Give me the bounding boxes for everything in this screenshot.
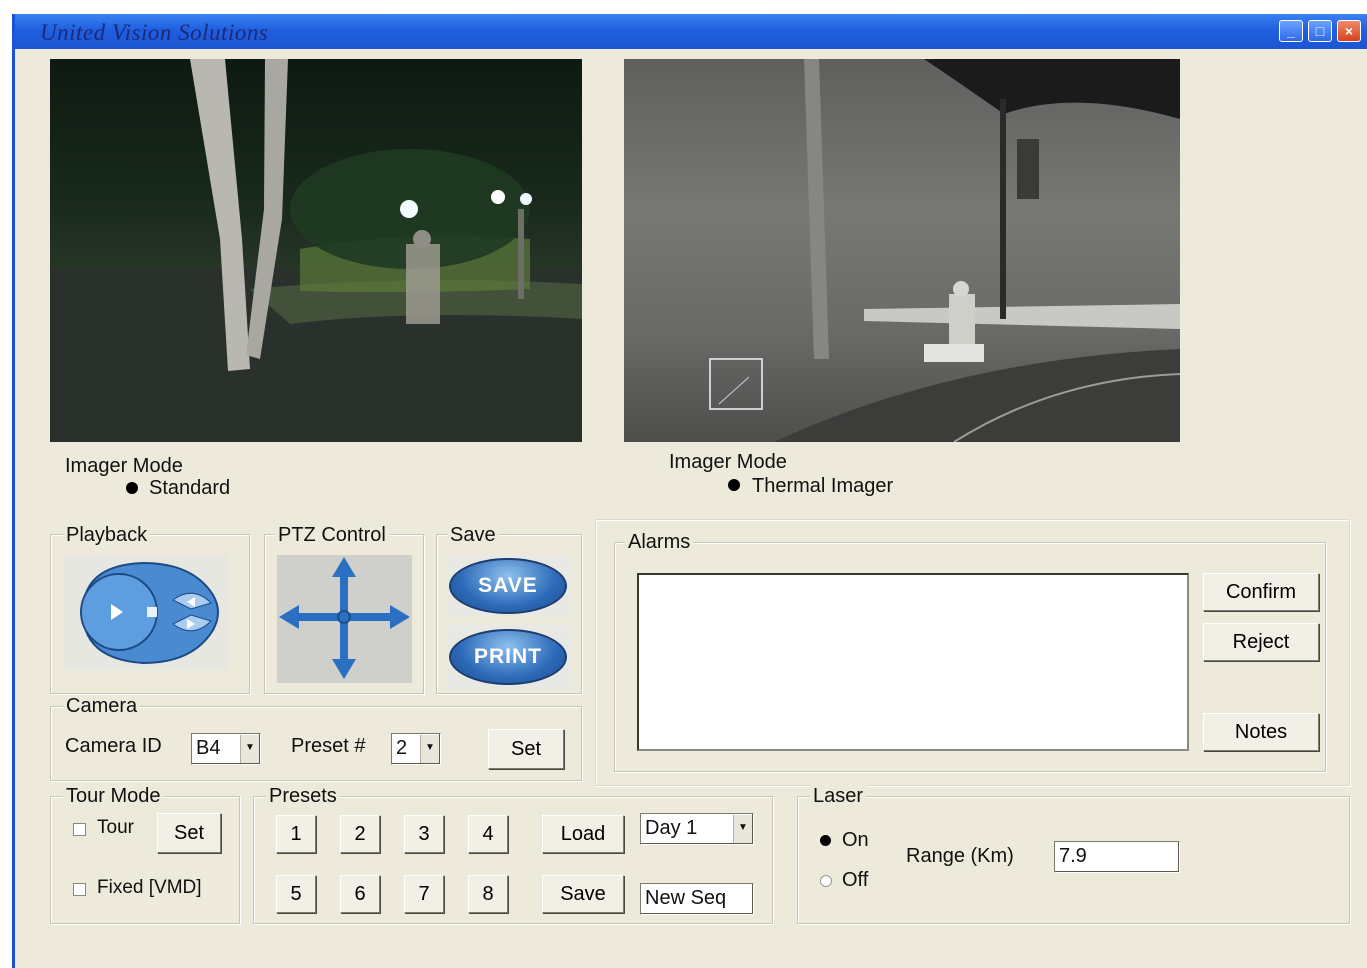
confirm-button[interactable]: Confirm [1203,573,1319,611]
laser-on-radio[interactable] [820,835,831,846]
laser-on-label: On [842,829,869,851]
tour-set-button[interactable]: Set [157,813,221,853]
preset-1-button[interactable]: 1 [276,815,316,853]
close-button[interactable]: × [1337,20,1361,42]
preset-7-button[interactable]: 7 [404,875,444,913]
camera-group-label: Camera [63,695,141,718]
preset-8-button[interactable]: 8 [468,875,508,913]
sequence-name-input[interactable]: New Seq [640,883,754,915]
ptz-arrows-icon [279,557,410,679]
fixed-vmd-checkbox-label: Fixed [VMD] [97,877,202,898]
maximize-button[interactable]: □ [1308,20,1332,42]
save-group-label: Save [447,524,499,547]
camera-id-label: Camera ID [65,735,162,757]
title-bar[interactable]: United Vision Solutions _ □ × [15,14,1367,49]
presets-group-label: Presets [266,785,340,808]
preset-2-button[interactable]: 2 [340,815,380,853]
save-preset-button[interactable]: Save [542,875,624,913]
thermal-video-feed [624,59,1180,442]
save-group: Save SAVE PRINT [436,524,582,694]
stop-icon[interactable] [147,607,157,617]
reject-button[interactable]: Reject [1203,623,1319,661]
chevron-down-icon[interactable]: ▼ [420,735,439,763]
standard-mode-radio[interactable] [126,482,138,494]
standard-feed-scene [50,59,582,442]
playback-controls [63,555,228,670]
thermal-mode-radio[interactable] [728,479,740,491]
thermal-mode-label: Thermal Imager [752,475,894,497]
tour-mode-group: Tour Mode Tour Set Fixed [VMD] [50,785,240,924]
camera-set-button[interactable]: Set [488,729,564,769]
laser-group: Laser On Off Range (Km) 7.9 [797,785,1350,924]
range-km-label: Range (Km) [906,845,1014,867]
standard-video-feed [50,59,582,442]
camera-id-select[interactable]: B4 ▼ [191,733,261,765]
preset-5-button[interactable]: 5 [276,875,316,913]
alarms-list[interactable] [637,573,1189,751]
alarms-group-label: Alarms [625,531,694,554]
pan-left-icon[interactable] [279,605,299,629]
day-select-value: Day 1 [645,817,698,839]
preset-number-select[interactable]: 2 ▼ [391,733,441,765]
pan-right-icon[interactable] [390,605,410,629]
laser-off-label: Off [842,869,869,891]
tilt-down-icon[interactable] [332,659,356,679]
ptz-pad[interactable] [277,555,412,683]
ptz-group-label: PTZ Control [275,524,389,547]
laser-group-label: Laser [810,785,867,808]
preset-3-button[interactable]: 3 [404,815,444,853]
playback-group-label: Playback [63,524,151,547]
window-title: United Vision Solutions [40,20,269,45]
standard-mode-label: Standard [149,477,231,499]
day-select[interactable]: Day 1 ▼ [640,813,754,845]
minimize-button[interactable]: _ [1279,20,1303,42]
ptz-control-group: PTZ Control [264,524,424,694]
chevron-down-icon[interactable]: ▼ [733,815,752,843]
tour-mode-group-label: Tour Mode [63,785,164,808]
right-imager-mode-label: Imager Mode [669,451,787,473]
preset-number-value: 2 [396,737,408,759]
camera-group: Camera Camera ID B4 ▼ Preset # 2 ▼ Set [50,695,582,781]
playback-group: Playback [50,524,250,694]
tour-checkbox-label: Tour [97,817,134,838]
camera-id-value: B4 [196,737,221,759]
app-window: United Vision Solutions _ □ × Imager Mod… [12,14,1367,968]
presets-group: Presets 1 2 3 4 5 6 7 8 Load Save Day 1 … [253,785,773,924]
range-km-input[interactable]: 7.9 [1054,841,1180,873]
notes-button[interactable]: Notes [1203,713,1319,751]
left-imager-mode-label: Imager Mode [65,455,183,477]
alarms-group: Alarms Confirm Reject Notes [614,531,1326,772]
print-button[interactable]: PRINT [449,629,567,685]
chevron-down-icon[interactable]: ▼ [240,735,259,763]
laser-off-radio[interactable] [820,875,832,887]
tour-checkbox[interactable] [73,823,86,836]
preset-6-button[interactable]: 6 [340,875,380,913]
preset-4-button[interactable]: 4 [468,815,508,853]
tilt-up-icon[interactable] [332,557,356,577]
save-button[interactable]: SAVE [449,558,567,614]
load-preset-button[interactable]: Load [542,815,624,853]
preset-number-label: Preset # [291,735,366,757]
fixed-vmd-checkbox[interactable] [73,883,86,896]
thermal-feed-scene [709,59,1180,442]
